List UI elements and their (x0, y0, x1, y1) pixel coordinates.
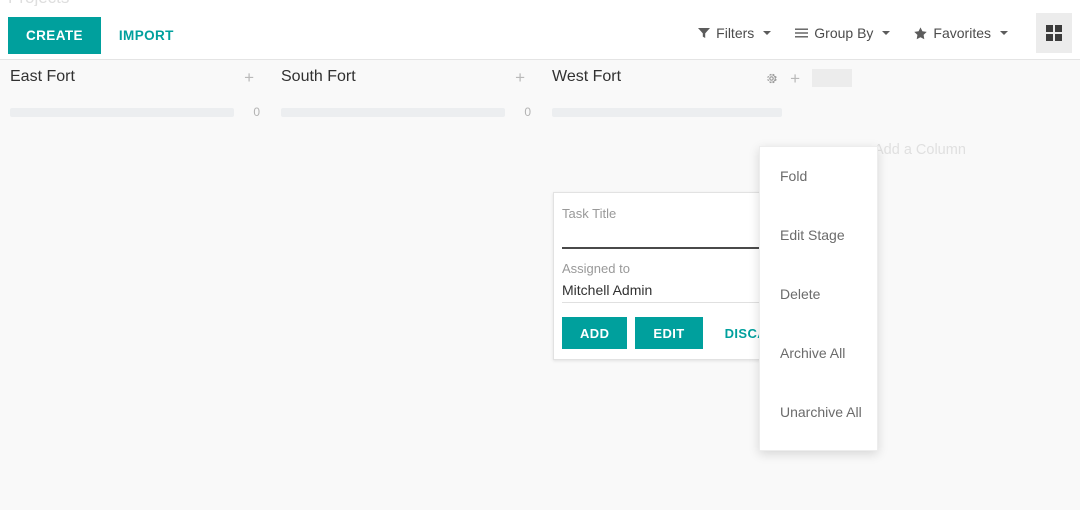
kanban-column-progress-row (552, 105, 782, 119)
filter-icon (698, 27, 711, 39)
edit-button[interactable]: EDIT (635, 317, 703, 349)
kanban-column-header-icons: + (765, 69, 852, 87)
kanban-column-east-fort: East Fort + 0 (0, 60, 270, 510)
filters-button[interactable]: Filters (686, 15, 783, 51)
hamburger-icon (795, 27, 809, 39)
kanban-board: East Fort + 0 South Fort + 0 West Fort +… (0, 60, 1080, 510)
control-panel: CREATE IMPORT Filters Group By Favorites (0, 6, 1080, 60)
favorites-label: Favorites (933, 25, 991, 41)
favorites-button[interactable]: Favorites (902, 15, 1020, 51)
chevron-down-icon (1000, 31, 1008, 35)
assigned-to-label: Assigned to (562, 261, 630, 276)
odoo-kanban-app: Projects CREATE IMPORT Filters (0, 0, 1080, 510)
control-panel-right: Filters Group By Favorites (686, 6, 1080, 60)
menu-item-edit-stage[interactable]: Edit Stage (760, 206, 877, 265)
kanban-column-title: South Fort (281, 68, 356, 85)
kanban-column-south-fort: South Fort + 0 (271, 60, 541, 510)
task-title-label: Task Title (562, 206, 617, 221)
assigned-to-value[interactable]: Mitchell Admin (562, 280, 766, 303)
gear-icon[interactable] (765, 72, 778, 85)
menu-item-delete[interactable]: Delete (760, 265, 877, 324)
kanban-column-progress-row: 0 (281, 105, 531, 119)
kanban-column-count: 0 (253, 105, 260, 119)
menu-item-archive-all[interactable]: Archive All (760, 324, 877, 383)
kanban-column-header: West Fort + (552, 60, 862, 105)
plus-icon[interactable]: + (515, 69, 525, 86)
quick-create-actions: ADD EDIT DISCARD (562, 317, 786, 349)
menu-item-unarchive-all[interactable]: Unarchive All (760, 383, 877, 442)
kanban-column-count-badge (812, 69, 852, 87)
kanban-grid-icon (1046, 25, 1062, 41)
kanban-column-header: East Fort + (10, 60, 260, 105)
kanban-column-title: West Fort (552, 68, 622, 85)
kanban-progress-bar[interactable] (552, 107, 782, 117)
chevron-down-icon (882, 31, 891, 35)
kanban-column-header-icons: + (515, 69, 525, 86)
kanban-column-header: South Fort + (281, 60, 531, 105)
control-panel-left: CREATE IMPORT (8, 17, 174, 54)
create-button[interactable]: CREATE (8, 17, 101, 54)
add-column-button[interactable]: Add a Column (874, 142, 966, 158)
filters-label: Filters (716, 25, 755, 41)
group-by-label: Group By (814, 25, 874, 41)
kanban-column-title: East Fort (10, 68, 75, 85)
stage-settings-dropdown: Fold Edit Stage Delete Archive All Unarc… (759, 146, 878, 451)
kanban-progress-bar[interactable] (10, 107, 234, 117)
plus-icon[interactable]: + (790, 70, 800, 87)
task-title-input[interactable] (562, 225, 766, 249)
import-button[interactable]: IMPORT (119, 17, 174, 54)
kanban-column-header-icons: + (244, 69, 254, 86)
kanban-progress-bar[interactable] (281, 107, 505, 117)
add-button[interactable]: ADD (562, 317, 628, 349)
view-switcher-kanban-button[interactable] (1036, 13, 1072, 53)
kanban-column-progress-row: 0 (10, 105, 260, 119)
kanban-column-count: 0 (524, 105, 531, 119)
plus-icon[interactable]: + (244, 69, 254, 86)
group-by-button[interactable]: Group By (783, 15, 902, 51)
menu-item-fold[interactable]: Fold (760, 147, 877, 206)
star-icon (914, 26, 928, 40)
quick-create-card: Task Title Assigned to Mitchell Admin AD… (553, 192, 786, 360)
chevron-down-icon (763, 31, 772, 35)
